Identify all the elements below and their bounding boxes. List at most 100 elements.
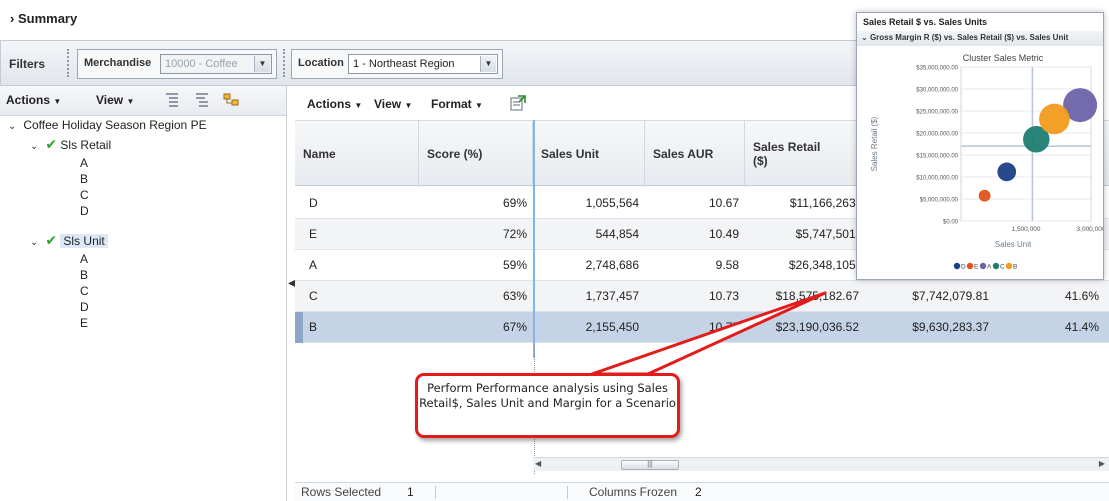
- legend-swatch-C: [992, 262, 1000, 270]
- frozen-column-divider[interactable]: [533, 120, 535, 358]
- hierarchy-icon[interactable]: [222, 91, 240, 109]
- drag-handle-icon[interactable]: [67, 49, 72, 77]
- row-selector[interactable]: [295, 312, 303, 343]
- cell-sales-unit: 2,748,686: [585, 258, 639, 272]
- chart-subheader[interactable]: ⌄ Gross Margin R ($) vs. Sales Retail ($…: [857, 31, 1103, 46]
- caret-down-icon: ▼: [126, 97, 135, 106]
- cell-sales-retail: $26,348,105.: [788, 258, 859, 272]
- tree-leaf[interactable]: C: [80, 188, 89, 204]
- table-format-menu[interactable]: Format ▼: [431, 97, 483, 111]
- cell-name: B: [309, 320, 318, 334]
- summary-toggle[interactable]: › Summary: [10, 11, 77, 26]
- export-icon[interactable]: [509, 94, 527, 112]
- tree-leaf[interactable]: A: [80, 252, 88, 268]
- table-actions-menu[interactable]: Actions ▼: [307, 97, 362, 111]
- legend-label-C: C: [1000, 264, 1005, 271]
- chevron-down-icon[interactable]: ▼: [254, 56, 270, 72]
- merchandise-label: Merchandise: [84, 57, 152, 69]
- cell-name: D: [309, 196, 318, 210]
- cell-sales-unit: 544,854: [595, 227, 639, 241]
- chart-title: Cluster Sales Metric: [963, 53, 1044, 63]
- tree-view-label: View: [96, 93, 124, 107]
- location-label: Location: [298, 57, 344, 69]
- scrollbar-thumb[interactable]: |||: [621, 460, 679, 470]
- col-header-score[interactable]: Score (%): [419, 121, 533, 187]
- scroll-right-icon[interactable]: ▶: [1099, 459, 1105, 468]
- cell-name: A: [309, 258, 318, 272]
- legend-swatch-B: [1005, 262, 1013, 270]
- tree-actions-menu[interactable]: Actions ▼: [6, 93, 61, 107]
- tree-toolbar: Actions ▼ View ▼: [0, 86, 286, 116]
- bubble-E: [978, 189, 991, 202]
- chevron-down-icon: ⌄: [861, 33, 870, 42]
- location-select[interactable]: 1 - Northeast Region ▼: [348, 54, 498, 74]
- tree-root-label: Coffee Holiday Season Region PE: [23, 118, 207, 132]
- tree-leaf[interactable]: E: [80, 316, 88, 332]
- y-tick-label: $30,000,000.00: [916, 88, 958, 94]
- status-divider: [567, 486, 568, 499]
- columns-frozen-value: 2: [695, 485, 702, 499]
- col-header-sales-unit[interactable]: Sales Unit: [533, 121, 645, 187]
- filters-label: Filters: [9, 57, 46, 71]
- horizontal-scrollbar[interactable]: ◀ ||| ▶: [533, 457, 1109, 471]
- tree-actions-label: Actions: [6, 93, 51, 107]
- chevron-down-icon[interactable]: ⌄: [30, 237, 42, 248]
- chart-subheader-label: Gross Margin R ($) vs. Sales Retail ($) …: [869, 33, 1069, 42]
- chart-legend: DEACB: [953, 262, 1017, 271]
- cell-sales-retail: $11,166,263.: [789, 196, 859, 210]
- caret-down-icon: ▼: [475, 101, 483, 110]
- cell-sales-retail: $5,747,501.: [795, 227, 859, 241]
- tree-leaf[interactable]: D: [80, 204, 89, 220]
- splitter-collapse-icon[interactable]: ◀: [288, 278, 296, 308]
- table-format-label: Format: [431, 97, 472, 111]
- merchandise-value: 10000 - Coffee: [165, 58, 238, 70]
- col-header-sales-retail[interactable]: Sales Retail ($): [745, 121, 865, 187]
- tree-node-label: Sls Retail: [60, 138, 112, 152]
- collapse-all-icon[interactable]: [193, 91, 211, 109]
- filters-bar: Filters Merchandise 10000 - Coffee ▼ Loc…: [0, 40, 858, 86]
- caret-down-icon: ▼: [53, 97, 62, 106]
- summary-title-text: Summary: [17, 11, 78, 26]
- cell-gross-margin: $7,742,079.81: [912, 289, 989, 303]
- y-tick-label: $15,000,000.00: [916, 154, 958, 160]
- merchandise-select[interactable]: 10000 - Coffee ▼: [160, 54, 272, 74]
- tree-leaf[interactable]: D: [80, 300, 89, 316]
- tree-node-sls-unit[interactable]: ⌄ ✔ Sls Unit: [30, 232, 108, 248]
- bubble-D: [997, 162, 1017, 182]
- x-axis-ticks: 1,500,000 3,000,000: [1012, 226, 1103, 233]
- caret-down-icon: ▼: [354, 101, 363, 110]
- cell-score: 69%: [502, 196, 527, 210]
- tree-root[interactable]: ⌄ Coffee Holiday Season Region PE: [8, 118, 207, 134]
- drag-handle-icon[interactable]: [283, 49, 288, 77]
- cell-gross-margin: $9,630,283.37: [912, 320, 989, 334]
- expand-all-icon[interactable]: [163, 91, 181, 109]
- table-view-menu[interactable]: View ▼: [374, 97, 412, 111]
- y-tick-label: $5,000,000.00: [920, 198, 959, 204]
- tree-leaf[interactable]: C: [80, 284, 89, 300]
- legend-swatch-D: [953, 262, 961, 270]
- scroll-left-icon[interactable]: ◀: [535, 459, 541, 468]
- legend-label-A: A: [987, 264, 992, 271]
- tree-leaf[interactable]: A: [80, 156, 88, 172]
- y-axis-label: Sales Retail ($): [870, 116, 879, 171]
- cell-margin-pct: 41.4%: [1064, 320, 1099, 334]
- caret-down-icon: ▼: [404, 101, 413, 110]
- y-tick-label: $25,000,000.00: [916, 110, 958, 116]
- checkmark-icon: ✔: [45, 232, 58, 248]
- status-bar: Rows Selected 1 Columns Frozen 2: [295, 482, 1109, 501]
- col-header-sales-aur[interactable]: Sales AUR: [645, 121, 745, 187]
- chevron-down-icon[interactable]: ⌄: [30, 141, 42, 152]
- tree-leaf[interactable]: B: [80, 268, 88, 284]
- chevron-down-icon[interactable]: ⌄: [8, 121, 20, 132]
- tree-view-menu[interactable]: View ▼: [96, 93, 134, 107]
- tree-panel: Actions ▼ View ▼ ⌄ Coffee Holiday Season…: [0, 86, 287, 501]
- col-header-name[interactable]: Name: [295, 121, 419, 187]
- y-tick-label: $0.00: [943, 220, 959, 226]
- table-view-label: View: [374, 97, 402, 111]
- cell-name: E: [309, 227, 318, 241]
- chevron-down-icon[interactable]: ▼: [480, 56, 496, 72]
- tree-node-sls-retail[interactable]: ⌄ ✔ Sls Retail: [30, 136, 111, 152]
- tree-leaf[interactable]: B: [80, 172, 88, 188]
- callout-seam: [594, 376, 646, 382]
- table-actions-label: Actions: [307, 97, 352, 111]
